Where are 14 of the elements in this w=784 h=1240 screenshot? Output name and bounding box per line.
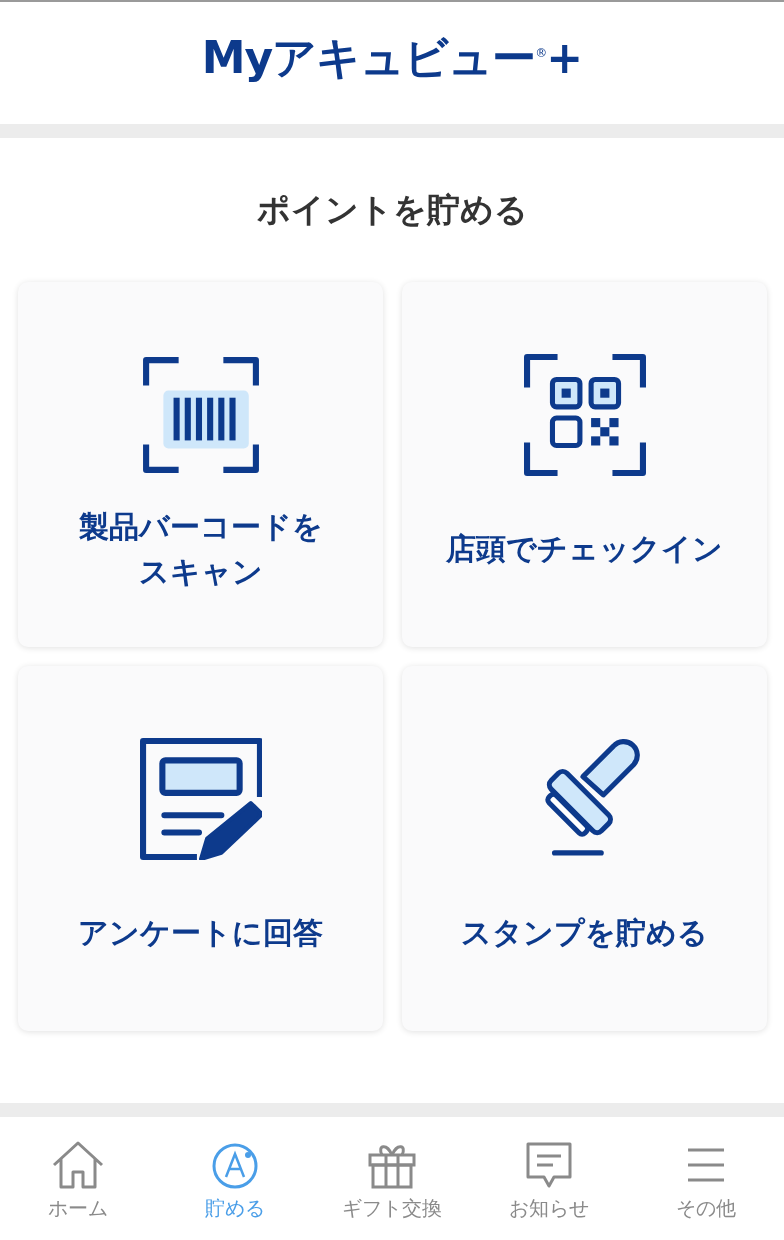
qr-scan-icon [523, 354, 646, 476]
section-title: ポイントを貯める [255, 188, 529, 231]
action-card[interactable]: スタンプを貯める [402, 666, 767, 1031]
app-logo: Myアキュビュー$^{®}$+ [201, 30, 583, 85]
tab-bar-item[interactable]: その他 [627, 1141, 784, 1222]
tab-bar-item[interactable]: ホーム [0, 1141, 157, 1222]
tab-bar-item[interactable]: ギフト交換 [313, 1141, 471, 1222]
action-card[interactable]: アンケートに回答 [18, 666, 383, 1031]
action-card[interactable]: 製品バーコードを スキャン [18, 282, 383, 647]
tab-bar-item[interactable]: お知らせ [470, 1141, 628, 1222]
form-pencil-icon [139, 738, 262, 860]
tab-bar-item[interactable]: 貯める [156, 1141, 314, 1222]
action-card[interactable]: 店頭でチェックイン [402, 282, 767, 647]
home-icon [51, 1141, 106, 1189]
